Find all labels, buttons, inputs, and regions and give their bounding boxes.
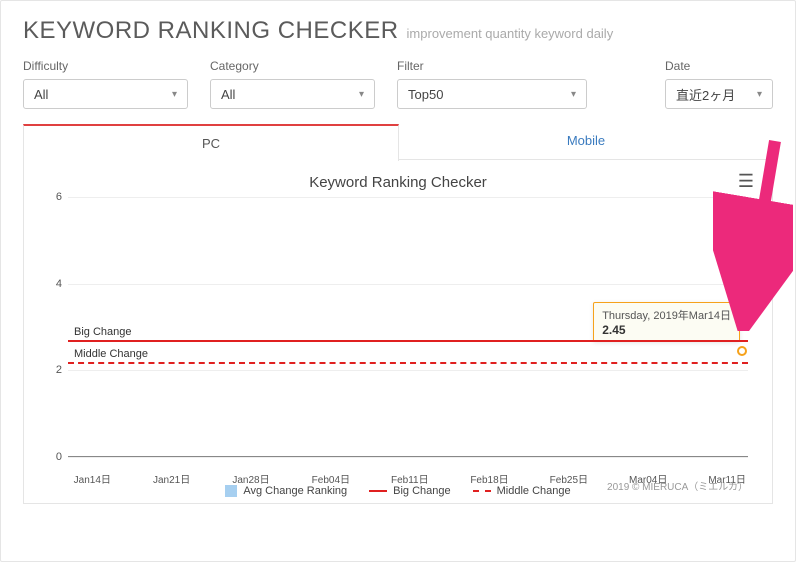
middle-change-line: [68, 362, 748, 364]
y-tick: 0: [40, 451, 62, 463]
chart-menu-icon[interactable]: ☰: [738, 174, 754, 188]
category-select[interactable]: All ▾: [210, 79, 375, 109]
tooltip-date: Thursday, 2019年Mar14日: [602, 307, 731, 323]
y-tick: 2: [40, 364, 62, 376]
date-label: Date: [665, 59, 773, 73]
tab-pc[interactable]: PC: [23, 124, 399, 161]
chart-pane: Keyword Ranking Checker ☰ Jan14日Jan21日Ja…: [23, 160, 773, 504]
chart-title: Keyword Ranking Checker: [38, 174, 758, 191]
difficulty-value: All: [34, 87, 48, 102]
hover-marker: [737, 346, 747, 356]
header: KEYWORD RANKING CHECKER improvement quan…: [23, 17, 773, 45]
legend-avg: Avg Change Ranking: [225, 485, 347, 497]
big-change-label: Big Change: [74, 326, 132, 340]
middle-change-label: Middle Change: [74, 348, 148, 362]
y-tick: 4: [40, 278, 62, 290]
filter-select[interactable]: Top50 ▾: [397, 79, 587, 109]
chevron-down-icon: ▾: [757, 89, 762, 100]
filter-topn: Filter Top50 ▾: [397, 59, 587, 109]
date-value: 直近2ヶ月: [676, 85, 735, 104]
difficulty-label: Difficulty: [23, 59, 188, 73]
chevron-down-icon: ▾: [359, 89, 364, 100]
device-tabs: PC Mobile: [23, 123, 773, 160]
y-tick: 6: [40, 191, 62, 203]
footer-credit: 2019 © MIERUCA（ミエルカ）: [607, 478, 748, 493]
filter-category: Category All ▾: [210, 59, 375, 109]
chevron-down-icon: ▾: [571, 89, 576, 100]
square-icon: [225, 485, 237, 497]
app-card: KEYWORD RANKING CHECKER improvement quan…: [0, 0, 796, 562]
big-change-line: [68, 340, 748, 342]
filter-date: Date 直近2ヶ月 ▾: [665, 59, 773, 109]
tooltip-value: 2.45: [602, 323, 731, 337]
filter-label: Filter: [397, 59, 587, 73]
plot-area: Jan14日Jan21日Jan28日Feb04日Feb11日Feb18日Feb2…: [68, 197, 748, 457]
difficulty-select[interactable]: All ▾: [23, 79, 188, 109]
legend-mid: Middle Change: [473, 485, 571, 497]
tab-mobile[interactable]: Mobile: [399, 123, 773, 160]
filter-bar: Difficulty All ▾ Category All ▾ Filter T…: [23, 59, 773, 109]
dash-icon: [473, 490, 491, 492]
legend-big: Big Change: [369, 485, 451, 497]
page-subtitle: improvement quantity keyword daily: [407, 26, 614, 41]
chart-tooltip: Thursday, 2019年Mar14日 2.45: [593, 302, 740, 342]
line-icon: [369, 490, 387, 492]
filter-difficulty: Difficulty All ▾: [23, 59, 188, 109]
chevron-down-icon: ▾: [172, 89, 177, 100]
category-value: All: [221, 87, 235, 102]
page-title: KEYWORD RANKING CHECKER: [23, 17, 399, 45]
date-select[interactable]: 直近2ヶ月 ▾: [665, 79, 773, 109]
category-label: Category: [210, 59, 375, 73]
filter-value: Top50: [408, 87, 443, 102]
